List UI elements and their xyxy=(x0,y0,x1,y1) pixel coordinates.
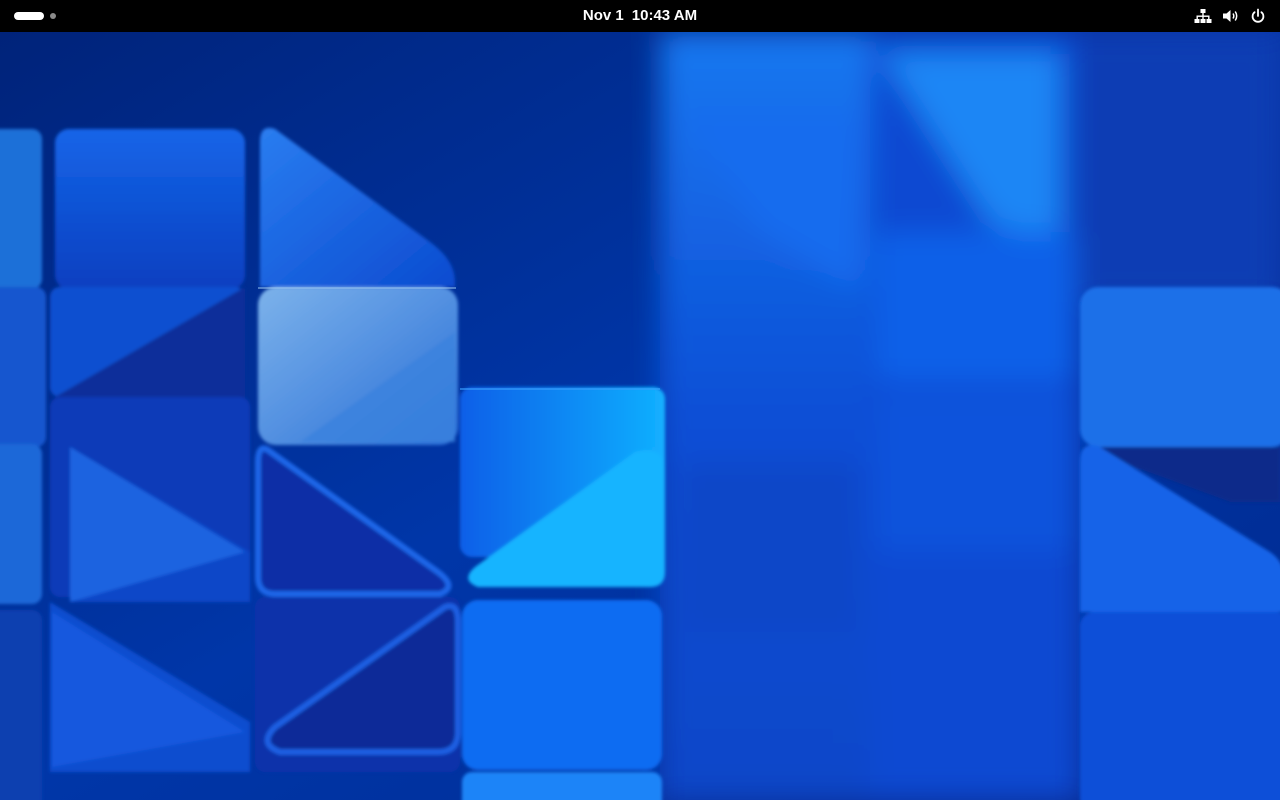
wallpaper-graphic xyxy=(0,32,1280,800)
top-bar: Nov 1 10:43 AM xyxy=(0,0,1280,32)
volume-icon[interactable] xyxy=(1222,8,1240,24)
network-icon[interactable] xyxy=(1194,8,1212,24)
workspace-indicator-inactive xyxy=(50,13,56,19)
system-tray[interactable] xyxy=(1194,0,1266,32)
workspace-indicator-active xyxy=(14,12,44,20)
power-icon[interactable] xyxy=(1250,8,1266,24)
clock: Nov 1 10:43 AM xyxy=(0,0,1280,32)
clock-time[interactable]: 10:43 AM xyxy=(632,7,697,24)
clock-date[interactable]: Nov 1 xyxy=(583,7,624,24)
activities-button[interactable] xyxy=(14,11,56,21)
desktop-wallpaper xyxy=(0,32,1280,800)
